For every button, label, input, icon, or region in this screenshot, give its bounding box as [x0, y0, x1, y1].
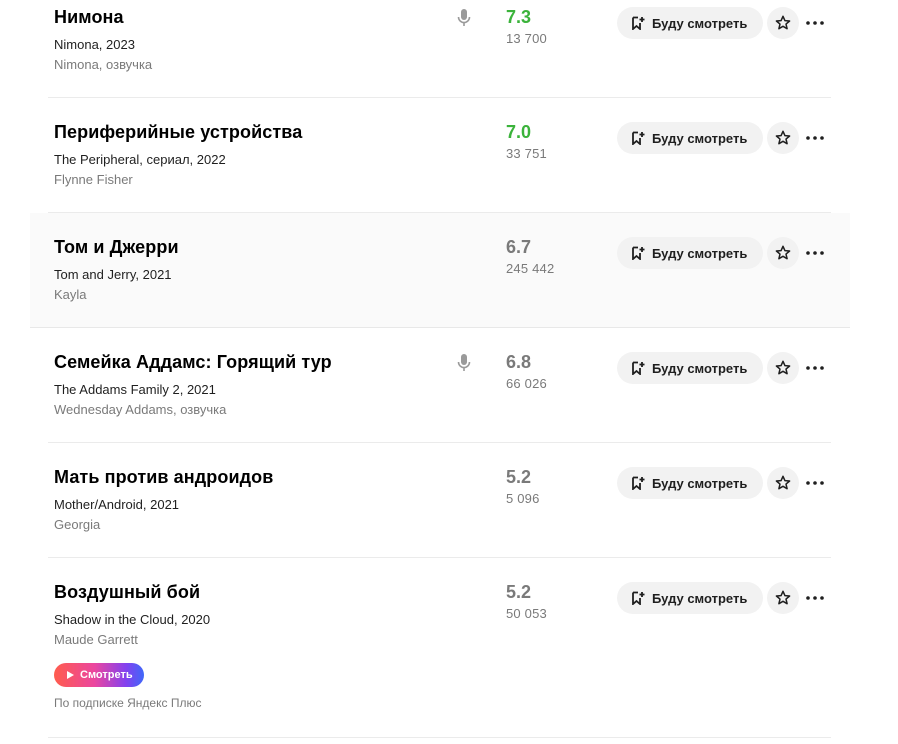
film-row[interactable]: Мать против андроидов Mother/Android, 20…	[48, 443, 831, 558]
film-original-title: Mother/Android, 2021	[54, 497, 180, 512]
star-icon	[775, 590, 791, 605]
film-role: Georgia	[54, 517, 101, 532]
watchlist-button-label: Буду смотреть	[652, 590, 748, 606]
rate-button[interactable]	[767, 582, 799, 614]
bookmark-add-icon	[632, 246, 645, 260]
watchlist-button-label: Буду смотреть	[652, 360, 748, 376]
more-options-button[interactable]	[804, 7, 826, 39]
watchlist-button-label: Буду смотреть	[652, 15, 748, 31]
bookmark-add-icon	[632, 131, 645, 145]
more-options-button[interactable]	[804, 582, 826, 614]
film-rating: 5.2	[506, 467, 532, 487]
film-original-title: The Addams Family 2, 2021	[54, 382, 216, 397]
watchlist-button[interactable]: Буду смотреть	[617, 237, 763, 269]
film-role: Flynne Fisher	[54, 172, 133, 187]
film-title[interactable]: Нимона	[54, 7, 124, 28]
more-dots-icon	[806, 251, 824, 255]
film-row[interactable]: Нимона Nimona, 2023 Nimona, озвучка 7.3 …	[48, 0, 831, 98]
microphone-icon	[457, 9, 471, 27]
play-icon	[67, 671, 74, 679]
film-votes: 66 026	[506, 376, 547, 391]
more-options-button[interactable]	[804, 122, 826, 154]
film-votes: 245 442	[506, 261, 555, 276]
subscription-note: По подписке Яндекс Плюс	[54, 696, 202, 710]
film-original-title: Nimona, 2023	[54, 37, 135, 52]
film-role: Maude Garrett	[54, 632, 138, 647]
film-title[interactable]: Мать против андроидов	[54, 467, 273, 488]
film-original-title: Tom and Jerry, 2021	[54, 267, 172, 282]
watchlist-button[interactable]: Буду смотреть	[617, 467, 763, 499]
bookmark-add-icon	[632, 16, 645, 30]
film-row[interactable]: Периферийные устройства The Peripheral, …	[48, 98, 831, 213]
watch-now-label: Смотреть	[80, 669, 133, 681]
more-options-button[interactable]	[804, 237, 826, 269]
film-title[interactable]: Том и Джерри	[54, 237, 179, 258]
more-dots-icon	[806, 596, 824, 600]
watchlist-button-label: Буду смотреть	[652, 245, 748, 261]
film-row[interactable]: Том и Джерри Tom and Jerry, 2021 Kayla 6…	[30, 213, 850, 328]
more-dots-icon	[806, 481, 824, 485]
rate-button[interactable]	[767, 467, 799, 499]
film-original-title: Shadow in the Cloud, 2020	[54, 612, 211, 627]
star-icon	[775, 15, 791, 30]
film-row[interactable]: Семейка Аддамс: Горящий тур The Addams F…	[48, 328, 831, 443]
watchlist-button-label: Буду смотреть	[652, 475, 748, 491]
microphone-icon	[457, 354, 471, 372]
film-votes: 5 096	[506, 491, 540, 506]
film-rating: 6.7	[506, 237, 532, 257]
rate-button[interactable]	[767, 7, 799, 39]
watchlist-button-label: Буду смотреть	[652, 130, 748, 146]
film-rating: 7.0	[506, 122, 532, 142]
star-icon	[775, 130, 791, 145]
watchlist-button[interactable]: Буду смотреть	[617, 7, 763, 39]
watchlist-button[interactable]: Буду смотреть	[617, 582, 763, 614]
film-role: Kayla	[54, 287, 87, 302]
film-role: Wednesday Addams, озвучка	[54, 402, 227, 417]
film-title[interactable]: Воздушный бой	[54, 582, 200, 603]
film-votes: 33 751	[506, 146, 547, 161]
film-row[interactable]: Воздушный бой Shadow in the Cloud, 2020 …	[48, 558, 831, 738]
more-options-button[interactable]	[804, 467, 826, 499]
film-title[interactable]: Периферийные устройства	[54, 122, 302, 143]
star-icon	[775, 245, 791, 260]
bookmark-add-icon	[632, 476, 645, 490]
bookmark-add-icon	[632, 591, 645, 605]
film-role: Nimona, озвучка	[54, 57, 153, 72]
rate-button[interactable]	[767, 352, 799, 384]
watchlist-button[interactable]: Буду смотреть	[617, 352, 763, 384]
watchlist-button[interactable]: Буду смотреть	[617, 122, 763, 154]
film-rating: 7.3	[506, 7, 532, 27]
film-votes: 13 700	[506, 31, 547, 46]
film-rating: 5.2	[506, 582, 532, 602]
star-icon	[775, 475, 791, 490]
more-dots-icon	[806, 366, 824, 370]
filmography-list: Нимона Nimona, 2023 Nimona, озвучка 7.3 …	[0, 0, 898, 744]
bookmark-add-icon	[632, 361, 645, 375]
more-options-button[interactable]	[804, 352, 826, 384]
film-title[interactable]: Семейка Аддамс: Горящий тур	[54, 352, 332, 373]
star-icon	[775, 360, 791, 375]
film-original-title: The Peripheral, сериал, 2022	[54, 152, 226, 167]
more-dots-icon	[806, 136, 824, 140]
rate-button[interactable]	[767, 237, 799, 269]
rate-button[interactable]	[767, 122, 799, 154]
more-dots-icon	[806, 21, 824, 25]
watch-now-button[interactable]: Смотреть	[54, 663, 144, 687]
film-votes: 50 053	[506, 606, 547, 621]
film-rating: 6.8	[506, 352, 532, 372]
